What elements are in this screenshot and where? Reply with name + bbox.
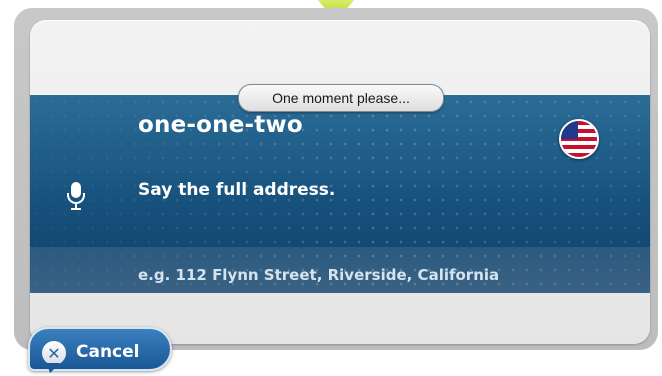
cancel-label: Cancel <box>76 342 140 362</box>
status-pill: One moment please... <box>238 84 444 112</box>
close-icon: ✕ <box>42 341 66 365</box>
voice-input-band <box>30 95 650 293</box>
cancel-button[interactable]: ✕ Cancel <box>22 323 172 373</box>
example-address: e.g. 112 Flynn Street, Riverside, Califo… <box>138 266 500 284</box>
us-flag-icon[interactable] <box>559 119 599 159</box>
microphone-icon <box>64 180 88 212</box>
recognized-text: one-one-two <box>138 112 303 138</box>
voice-prompt: Say the full address. <box>138 180 336 200</box>
